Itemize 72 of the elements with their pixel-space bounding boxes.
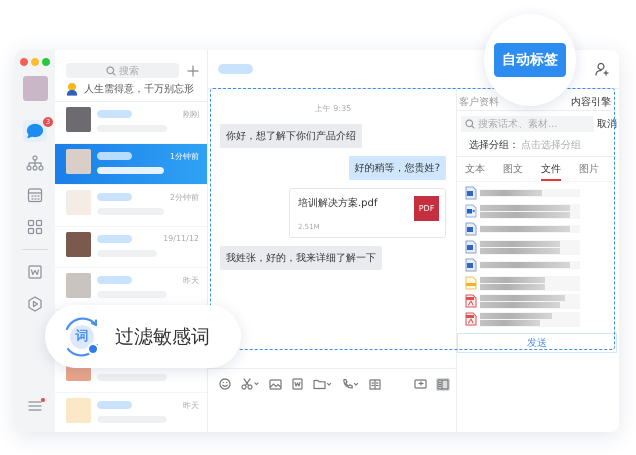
conversation-item[interactable]: 2分钟前 — [55, 185, 207, 226]
document-icon — [465, 186, 477, 200]
folder-icon[interactable] — [312, 377, 333, 391]
conversation-item[interactable]: 昨天 — [55, 392, 207, 432]
tab[interactable]: 内容引擎 — [571, 94, 611, 108]
message-placeholder — [97, 374, 167, 381]
status-text: 人生需得意，千万别忘形 — [84, 82, 194, 96]
search-icon — [106, 66, 116, 76]
document-icon — [465, 240, 477, 254]
scissors-icon[interactable] — [240, 377, 260, 391]
tab[interactable]: 图文 — [503, 162, 523, 181]
image-icon[interactable] — [268, 378, 283, 390]
side-panel-icon[interactable] — [436, 378, 450, 390]
message-bubble: 你好，想了解下你们产品介绍 — [220, 124, 362, 148]
timestamp: 昨天 — [183, 275, 199, 286]
archive-file-icon — [465, 276, 477, 290]
field-label: 选择分组： — [469, 138, 519, 152]
auto-tag-label: 自动标签 — [494, 43, 566, 77]
timestamp: 19/11/12 — [163, 232, 199, 242]
search-field[interactable]: 搜索 — [66, 63, 179, 78]
message-bubble: 我姓张，好的，我来详细了解一下 — [220, 246, 382, 270]
user-add-icon[interactable] — [595, 62, 609, 76]
message-bubble: 好的稍等，您贵姓? — [348, 156, 446, 180]
callout-label: 过滤敏感词 — [115, 324, 210, 350]
timestamp: 2分钟前 — [170, 192, 199, 203]
tab[interactable]: 文本 — [465, 162, 485, 181]
avatar-placeholder — [66, 232, 91, 256]
menu-icon[interactable] — [28, 400, 42, 412]
avatar-placeholder — [66, 148, 91, 174]
document-icon — [465, 222, 477, 236]
message-placeholder — [97, 166, 164, 174]
split-view-icon[interactable] — [368, 378, 382, 390]
screen-share-icon[interactable] — [413, 378, 428, 390]
name-placeholder — [97, 400, 132, 408]
search-icon — [465, 119, 475, 129]
search-field[interactable]: 搜索话术、素材... — [461, 116, 594, 132]
document-icon[interactable] — [291, 377, 304, 391]
cancel-link[interactable]: 取消 — [597, 117, 617, 131]
avatar-placeholder — [66, 273, 91, 298]
file-name: 培训解决方案.pdf — [298, 196, 378, 210]
chat-bubble-icon[interactable] — [23, 120, 47, 142]
tab[interactable]: 文件 — [541, 162, 561, 181]
mascot-icon — [65, 82, 79, 96]
avatar-placeholder — [66, 190, 91, 215]
name-placeholder — [97, 234, 132, 242]
contact-name-placeholder — [218, 64, 253, 74]
tab[interactable]: 客户资料 — [459, 94, 499, 108]
pdf-icon: PDF — [414, 196, 439, 221]
timestamp: 昨天 — [183, 400, 199, 410]
avatar-placeholder — [66, 107, 91, 132]
timestamp: 1分钟前 — [170, 150, 199, 162]
smiley-icon[interactable] — [218, 377, 232, 391]
tab[interactable]: 图片 — [579, 162, 599, 181]
document-icon — [465, 258, 477, 272]
name-placeholder — [97, 110, 132, 118]
avatar-placeholder — [66, 398, 91, 422]
avatar-placeholder[interactable] — [22, 76, 48, 101]
conversation-item[interactable]: 刚刚 — [55, 102, 207, 144]
video-file-icon — [465, 204, 477, 218]
pdf-file-icon — [465, 294, 477, 308]
conversation-item[interactable]: 1分钟前 — [55, 144, 207, 185]
send-button[interactable]: 发送 — [457, 333, 617, 353]
name-placeholder — [97, 276, 132, 284]
conversation-item[interactable]: 19/11/12 — [55, 226, 207, 268]
group-selector[interactable]: 点击选择分组 — [521, 138, 581, 152]
timestamp: 刚刚 — [183, 109, 199, 120]
timestamp: 上午 9:35 — [314, 103, 352, 114]
name-placeholder — [97, 152, 132, 160]
plus-icon[interactable] — [187, 64, 199, 76]
pdf-file-icon — [465, 312, 477, 326]
name-placeholder — [97, 193, 132, 201]
phone-icon[interactable] — [341, 377, 360, 391]
